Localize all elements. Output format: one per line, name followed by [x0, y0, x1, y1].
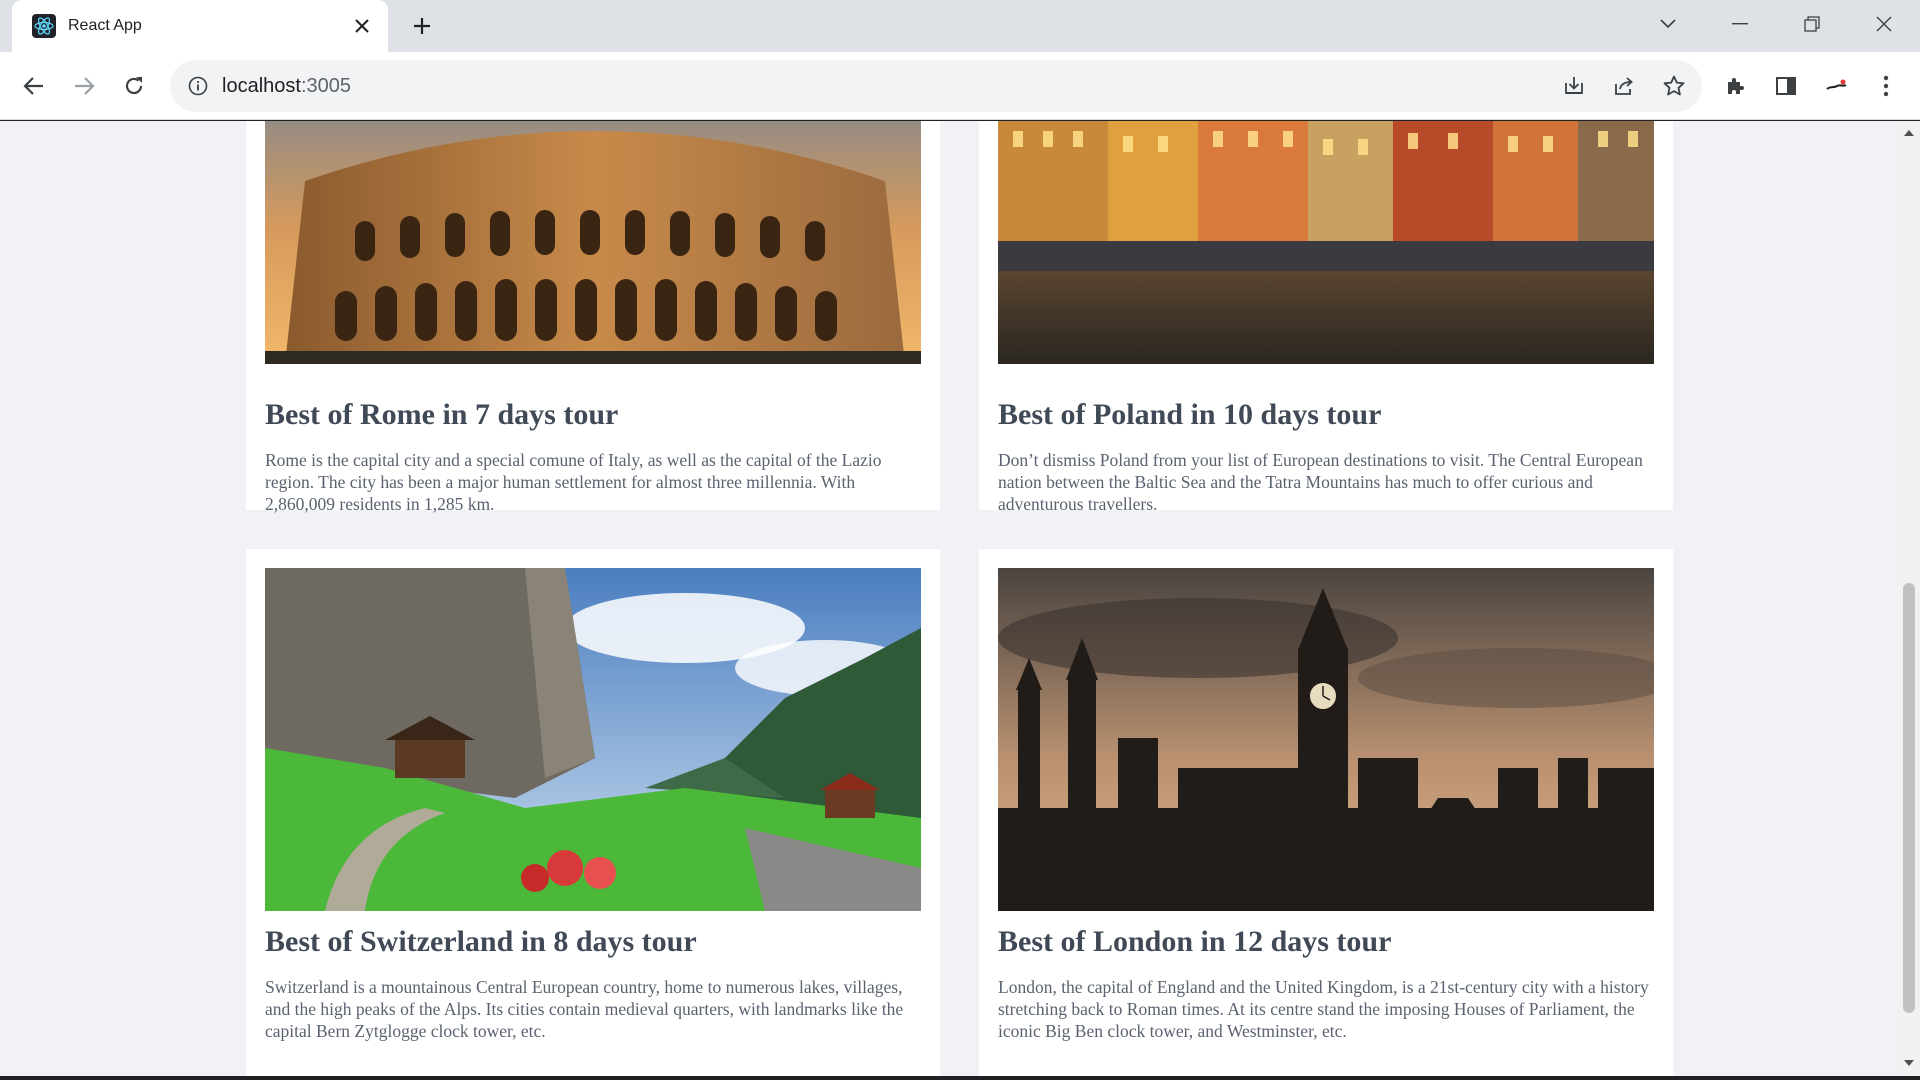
- tour-description: Don’t dismiss Poland from your list of E…: [998, 450, 1643, 514]
- browser-toolbar: localhost:3005: [0, 52, 1920, 120]
- tour-card-rome[interactable]: Best of Rome in 7 days tour Rome is the …: [246, 121, 940, 514]
- menu-kebab-icon[interactable]: [1866, 66, 1906, 106]
- poland-town-square-photo: [998, 121, 1654, 364]
- tour-card-switzerland[interactable]: Best of Switzerland in 8 days tour Switz…: [246, 549, 940, 1076]
- swiss-valley-photo: [265, 568, 921, 911]
- address-bar[interactable]: localhost:3005: [170, 60, 1702, 112]
- reload-icon[interactable]: [114, 66, 154, 106]
- page-viewport: Best of Rome in 7 days tour Rome is the …: [0, 121, 1920, 1076]
- close-window-icon[interactable]: [1848, 0, 1920, 48]
- colosseum-photo: [265, 121, 921, 364]
- minimize-icon[interactable]: [1704, 0, 1776, 48]
- tour-title: Best of Switzerland in 8 days tour: [265, 925, 697, 958]
- page-scrollbar[interactable]: [1898, 121, 1920, 1076]
- back-icon[interactable]: [14, 66, 54, 106]
- scrollbar-thumb[interactable]: [1903, 583, 1915, 1013]
- share-icon[interactable]: [1606, 68, 1642, 104]
- scroll-up-icon[interactable]: [1903, 127, 1915, 139]
- react-favicon-icon: [32, 14, 56, 38]
- window-bottom-edge: [0, 1076, 1920, 1080]
- big-ben-photo: [998, 568, 1654, 911]
- tab-title: React App: [68, 17, 142, 34]
- scroll-down-icon[interactable]: [1903, 1057, 1915, 1069]
- install-app-icon[interactable]: [1556, 68, 1592, 104]
- tab-strip: React App: [0, 0, 1920, 52]
- site-info-icon[interactable]: [186, 74, 210, 98]
- tour-description: Switzerland is a mountainous Central Eur…: [265, 977, 904, 1041]
- forward-icon[interactable]: [64, 66, 104, 106]
- tour-description: Rome is the capital city and a special c…: [265, 450, 882, 514]
- new-tab-icon[interactable]: [406, 10, 438, 42]
- tour-title: Best of Rome in 7 days tour: [265, 398, 619, 431]
- close-tab-icon[interactable]: [348, 12, 376, 40]
- side-panel-icon[interactable]: [1766, 66, 1806, 106]
- tour-title: Best of London in 12 days tour: [998, 925, 1392, 958]
- url-text: localhost:3005: [222, 75, 351, 97]
- tour-title: Best of Poland in 10 days tour: [998, 398, 1382, 431]
- restore-icon[interactable]: [1776, 0, 1848, 48]
- tour-description: London, the capital of England and the U…: [998, 977, 1649, 1041]
- bookmark-star-icon[interactable]: [1656, 68, 1692, 104]
- tour-card-london[interactable]: Best of London in 12 days tour London, t…: [979, 549, 1673, 1076]
- extensions-icon[interactable]: [1716, 66, 1756, 106]
- tab-search-icon[interactable]: [1632, 0, 1704, 48]
- tour-card-poland[interactable]: Best of Poland in 10 days tour Don’t dis…: [979, 121, 1673, 514]
- profile-avatar-icon[interactable]: [1816, 66, 1856, 106]
- browser-tab[interactable]: React App: [12, 0, 388, 52]
